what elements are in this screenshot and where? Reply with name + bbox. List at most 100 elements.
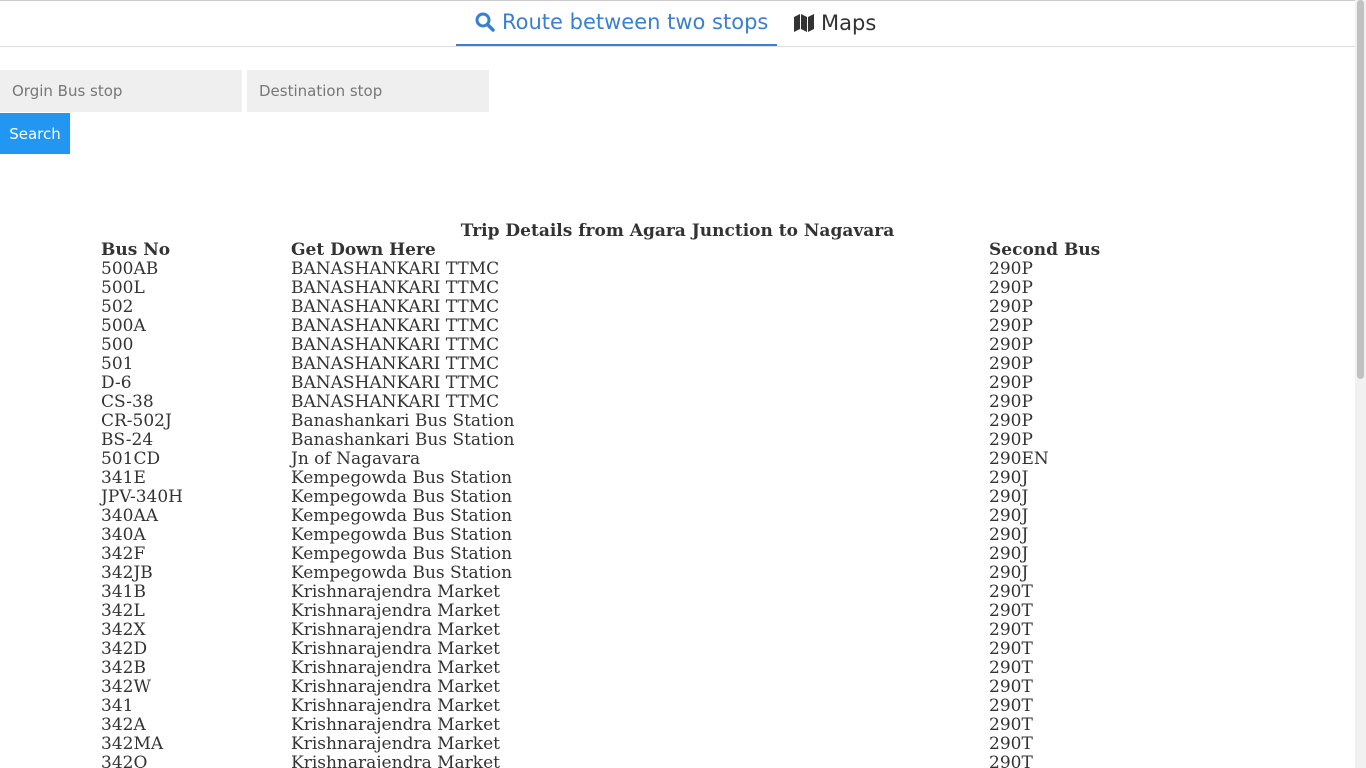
bus-no-cell: 502 bbox=[101, 297, 134, 317]
second-bus-cell: 290P bbox=[989, 278, 1033, 298]
second-bus-cell: 290J bbox=[989, 468, 1029, 488]
table-row: 342MA Krishnarajendra Market 290T bbox=[101, 735, 1189, 754]
bus-no-cell: 500 bbox=[101, 335, 134, 355]
second-bus-cell: 290J bbox=[989, 487, 1029, 507]
get-down-here-cell: Krishnarajendra Market bbox=[291, 601, 500, 621]
second-bus-cell: 290T bbox=[989, 715, 1033, 735]
bus-no-cell: 342JB bbox=[101, 563, 153, 583]
second-bus-cell: 290P bbox=[989, 373, 1033, 393]
get-down-here-cell: Krishnarajendra Market bbox=[291, 715, 500, 735]
table-row: CS-38 BANASHANKARI TTMC 290P bbox=[101, 393, 1189, 412]
bus-no-cell: 501CD bbox=[101, 449, 161, 469]
get-down-here-cell: Kempegowda Bus Station bbox=[291, 506, 513, 526]
table-row: 342X Krishnarajendra Market 290T bbox=[101, 621, 1189, 640]
get-down-here-cell: Kempegowda Bus Station bbox=[291, 525, 513, 545]
table-row: BS-24 Banashankari Bus Station 290P bbox=[101, 431, 1189, 450]
second-bus-cell: 290P bbox=[989, 297, 1033, 317]
second-bus-cell: 290T bbox=[989, 753, 1033, 768]
bus-no-cell: 342X bbox=[101, 620, 146, 640]
get-down-here-cell: BANASHANKARI TTMC bbox=[291, 392, 500, 412]
scrollbar-thumb[interactable] bbox=[1357, 0, 1364, 379]
table-row: 342L Krishnarajendra Market 290T bbox=[101, 602, 1189, 621]
get-down-here-cell: BANASHANKARI TTMC bbox=[291, 354, 500, 374]
second-bus-cell: 290P bbox=[989, 335, 1033, 355]
table-row: 342D Krishnarajendra Market 290T bbox=[101, 640, 1189, 659]
second-bus-cell: 290P bbox=[989, 392, 1033, 412]
get-down-here-cell: BANASHANKARI TTMC bbox=[291, 335, 500, 355]
bus-no-cell: 342W bbox=[101, 677, 151, 697]
second-bus-cell: 290T bbox=[989, 658, 1033, 678]
tab-maps[interactable]: Maps bbox=[793, 0, 903, 45]
get-down-here-cell: Krishnarajendra Market bbox=[291, 582, 500, 602]
table-row: CR-502J Banashankari Bus Station 290P bbox=[101, 412, 1189, 431]
second-bus-cell: 290T bbox=[989, 639, 1033, 659]
table-row: 340AA Kempegowda Bus Station 290J bbox=[101, 507, 1189, 526]
second-bus-cell: 290EN bbox=[989, 449, 1049, 469]
table-row: 342Q Krishnarajendra Market 290T bbox=[101, 754, 1189, 768]
trip-details-title: Trip Details from Agara Junction to Naga… bbox=[460, 221, 895, 241]
bus-no-cell: CS-38 bbox=[101, 392, 154, 412]
table-row: 342W Krishnarajendra Market 290T bbox=[101, 678, 1189, 697]
get-down-here-cell: Krishnarajendra Market bbox=[291, 696, 500, 716]
get-down-here-cell: Banashankari Bus Station bbox=[291, 430, 515, 450]
bus-no-cell: BS-24 bbox=[101, 430, 154, 450]
table-row: 501 BANASHANKARI TTMC 290P bbox=[101, 355, 1189, 374]
second-bus-cell: 290J bbox=[989, 563, 1029, 583]
bus-no-cell: 500A bbox=[101, 316, 146, 336]
table-row: 342F Kempegowda Bus Station 290J bbox=[101, 545, 1189, 564]
bus-no-cell: 342D bbox=[101, 639, 148, 659]
get-down-here-cell: Kempegowda Bus Station bbox=[291, 563, 513, 583]
second-bus-cell: 290P bbox=[989, 354, 1033, 374]
tab-bar: Route between two stops Maps bbox=[0, 0, 1355, 47]
tab-route-label: Route between two stops bbox=[502, 10, 769, 34]
bus-no-cell: 341E bbox=[101, 468, 146, 488]
search-button[interactable]: Search bbox=[0, 113, 70, 154]
bus-no-cell: 341B bbox=[101, 582, 146, 602]
bus-no-cell: 342L bbox=[101, 601, 145, 621]
bus-no-cell: 342B bbox=[101, 658, 146, 678]
vertical-scrollbar[interactable] bbox=[1355, 0, 1366, 768]
table-row: 340A Kempegowda Bus Station 290J bbox=[101, 526, 1189, 545]
bus-no-cell: 340A bbox=[101, 525, 146, 545]
get-down-here-cell: BANASHANKARI TTMC bbox=[291, 373, 500, 393]
table-row: 342A Krishnarajendra Market 290T bbox=[101, 716, 1189, 735]
get-down-here-cell: Krishnarajendra Market bbox=[291, 639, 500, 659]
get-down-here-cell: Krishnarajendra Market bbox=[291, 658, 500, 678]
second-bus-cell: 290P bbox=[989, 430, 1033, 450]
tab-route-between-stops[interactable]: Route between two stops bbox=[456, 0, 777, 46]
second-bus-cell: 290T bbox=[989, 620, 1033, 640]
map-icon bbox=[793, 12, 815, 34]
second-bus-cell: 290T bbox=[989, 677, 1033, 697]
get-down-here-cell: Krishnarajendra Market bbox=[291, 753, 500, 768]
bus-no-cell: 342MA bbox=[101, 734, 164, 754]
column-header-second-bus: Second Bus bbox=[989, 240, 1101, 260]
get-down-here-cell: Krishnarajendra Market bbox=[291, 677, 500, 697]
table-row: 500 BANASHANKARI TTMC 290P bbox=[101, 336, 1189, 355]
second-bus-cell: 290T bbox=[989, 601, 1033, 621]
second-bus-cell: 290J bbox=[989, 506, 1029, 526]
get-down-here-cell: Banashankari Bus Station bbox=[291, 411, 515, 431]
destination-stop-input[interactable] bbox=[247, 70, 489, 112]
second-bus-cell: 290P bbox=[989, 316, 1033, 336]
get-down-here-cell: Krishnarajendra Market bbox=[291, 734, 500, 754]
get-down-here-cell: BANASHANKARI TTMC bbox=[291, 278, 500, 298]
get-down-here-cell: Krishnarajendra Market bbox=[291, 620, 500, 640]
table-row: 501CD Jn of Nagavara 290EN bbox=[101, 450, 1189, 469]
get-down-here-cell: BANASHANKARI TTMC bbox=[291, 297, 500, 317]
table-row: 341B Krishnarajendra Market 290T bbox=[101, 583, 1189, 602]
table-row: 500L BANASHANKARI TTMC 290P bbox=[101, 279, 1189, 298]
search-icon bbox=[474, 11, 496, 33]
second-bus-cell: 290P bbox=[989, 259, 1033, 279]
table-row: 341 Krishnarajendra Market 290T bbox=[101, 697, 1189, 716]
table-row: 342B Krishnarajendra Market 290T bbox=[101, 659, 1189, 678]
table-row: 500AB BANASHANKARI TTMC 290P bbox=[101, 260, 1189, 279]
column-header-get-down-here: Get Down Here bbox=[291, 240, 436, 260]
origin-stop-input[interactable] bbox=[0, 70, 242, 112]
table-row: D-6 BANASHANKARI TTMC 290P bbox=[101, 374, 1189, 393]
bus-no-cell: CR-502J bbox=[101, 411, 172, 431]
bus-no-cell: 342A bbox=[101, 715, 146, 735]
tab-maps-label: Maps bbox=[821, 10, 877, 35]
get-down-here-cell: BANASHANKARI TTMC bbox=[291, 316, 500, 336]
get-down-here-cell: Kempegowda Bus Station bbox=[291, 468, 513, 488]
table-row: 342JB Kempegowda Bus Station 290J bbox=[101, 564, 1189, 583]
